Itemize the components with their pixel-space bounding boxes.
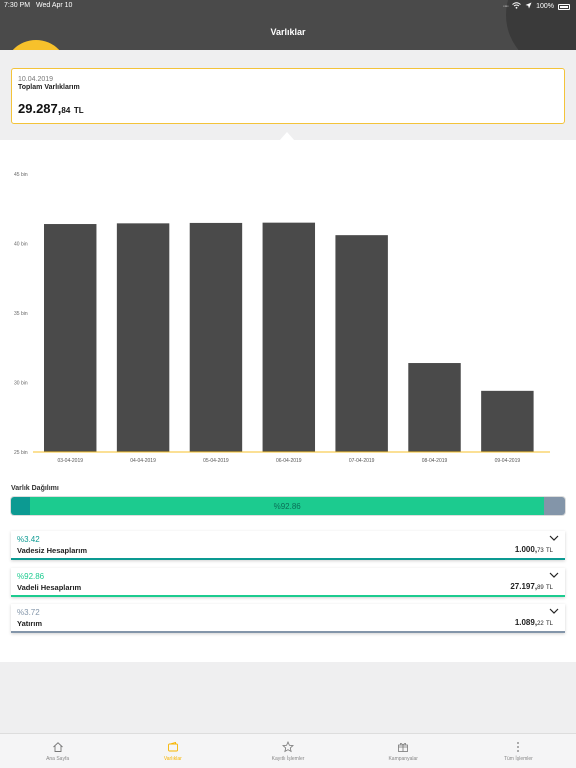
total-date: 10.04.2019 [18,76,54,83]
y-tick-label: 40 bin [14,242,28,248]
bar-08-04-2019[interactable] [408,363,461,452]
account-row-vadeli[interactable]: %92.86 Vadeli Hesaplarım 27.197,89 TL [11,568,565,597]
battery-percent: 100% [536,3,554,10]
bar-04-04-2019[interactable] [116,223,170,452]
distribution-title: Varlık Dağılımı [11,485,59,492]
tab-label: Tüm İşlemler [503,756,533,762]
home-icon [52,742,63,752]
chevron-down-icon[interactable] [549,571,559,579]
x-tick-label: 06-04-2019 [276,458,302,464]
tab-bar: Ana Sayfa Varlıklar Kayıtlı İşlemler Kam… [0,733,576,768]
y-tick-label: 45 bin [14,172,28,178]
y-tick-label: 35 bin [14,311,28,317]
assets-bar-chart: 25 bin 30 bin 35 bin 40 bin 45 bin 03-04-2019… [14,172,550,464]
x-tick-label: 03-04-2019 [57,458,83,464]
distribution-segment-yatirim[interactable] [544,497,565,515]
account-currency: TL [545,621,553,627]
decor-circle [4,40,68,50]
total-assets-card[interactable]: 10.04.2019 Toplam Varlıklarım 29.287,84 … [11,68,565,124]
bar-05-04-2019[interactable] [189,222,243,452]
tab-label: Kampanyalar [388,756,418,762]
page-title: Varlıklar [270,27,306,37]
account-percent: %3.72 [17,608,40,617]
status-time: 7:30 PM [4,2,31,9]
distribution-segment-vadesiz[interactable] [11,497,30,515]
tab-ana-sayfa[interactable]: Ana Sayfa [0,734,115,768]
gift-icon [398,742,409,752]
battery-icon [558,3,570,10]
star-icon [282,741,294,753]
account-amount: 1.000,73 TL [515,545,553,554]
status-bar: 7:30 PM Wed Apr 10 ···· 100% [0,0,576,13]
tab-label: Ana Sayfa [46,756,70,762]
tab-label: Kayıtlı İşlemler [271,756,305,762]
wallet-icon [167,741,178,752]
account-currency: TL [545,585,553,591]
account-amount-int: 1.089, [514,618,538,627]
account-amount-dec: 73 [537,548,544,554]
chevron-down-icon[interactable] [549,607,559,615]
total-amount: 29.287,84 TL [18,101,84,116]
total-amount-int: 29.287, [18,101,62,116]
status-date: Wed Apr 10 [36,2,73,9]
app-header: 7:30 PM Wed Apr 10 ···· 100% Varlıklar [0,0,576,50]
y-tick-label: 25 bin [14,450,28,456]
tab-varliklar[interactable]: Varlıklar [115,734,230,768]
status-right: ···· 100% [503,2,570,11]
account-amount: 27.197,89 TL [510,582,553,591]
account-name: Yatırım [17,619,43,628]
more-icon [517,742,520,752]
total-label: Toplam Varlıklarım [18,84,80,91]
x-tick-label: 08-04-2019 [422,458,448,464]
distribution-center-label: %92.86 [273,501,301,511]
account-row-yatirim[interactable]: %3.72 Yatırım 1.089,22 TL [11,604,565,633]
account-row-vadesiz[interactable]: %3.42 Vadesiz Hesaplarım 1.000,73 TL [11,531,565,560]
bar-03-04-2019[interactable] [44,224,97,452]
account-amount-int: 27.197, [510,582,538,591]
account-name: Vadesiz Hesaplarım [17,546,88,555]
account-percent: %92.86 [17,572,45,581]
bar-06-04-2019[interactable] [262,222,316,452]
account-amount-int: 1.000, [514,545,538,554]
location-icon [525,2,532,11]
tab-kampanyalar[interactable]: Kampanyalar [346,734,461,768]
chevron-down-icon[interactable] [549,534,559,542]
tab-kayitli-islemler[interactable]: Kayıtlı İşlemler [230,734,345,768]
account-amount: 1.089,22 TL [515,618,553,627]
wifi-icon [512,2,521,11]
account-name: Vadeli Hesaplarım [17,583,82,592]
y-tick-label: 30 bin [14,381,28,387]
distribution-segment-vadeli[interactable]: %92.86 [29,497,545,515]
total-amount-dec: 84 [61,106,71,115]
account-amount-dec: 89 [537,585,544,591]
distribution-bar[interactable]: %92.86 [11,497,565,515]
bar-09-04-2019[interactable] [481,390,534,452]
x-tick-label: 04-04-2019 [130,458,156,464]
total-currency: TL [73,106,84,115]
signal-icon: ···· [502,3,509,10]
tab-tum-islemler[interactable]: Tüm İşlemler [461,734,576,768]
bar-07-04-2019[interactable] [335,235,388,452]
x-tick-label: 09-04-2019 [495,458,521,464]
x-tick-label: 05-04-2019 [203,458,229,464]
x-tick-label: 07-04-2019 [349,458,375,464]
account-percent: %3.42 [17,535,40,544]
account-currency: TL [545,548,553,554]
tab-label: Varlıklar [163,756,182,762]
account-amount-dec: 22 [537,621,544,627]
